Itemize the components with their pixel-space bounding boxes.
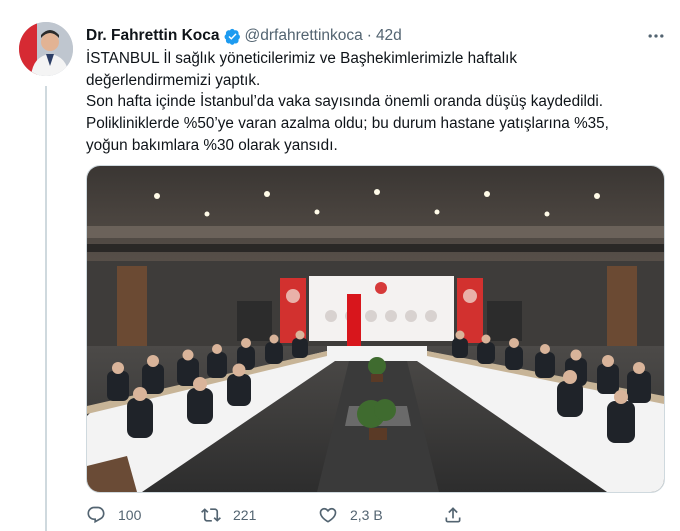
like-button[interactable]: 2,3 B [318, 505, 443, 525]
reply-button[interactable]: 100 [86, 505, 201, 525]
share-button[interactable] [443, 505, 463, 525]
author-handle[interactable]: @drfahrettinkoca [245, 27, 363, 45]
tweet-photo[interactable] [86, 165, 665, 493]
reply-count: 100 [118, 507, 142, 523]
avatar[interactable] [19, 22, 73, 76]
retweet-button[interactable]: 221 [201, 505, 318, 525]
retweet-count: 221 [233, 507, 257, 523]
avatar-image [19, 22, 73, 76]
separator-dot: · [366, 27, 372, 44]
tweet-line: yoğun bakımlara %30 olarak yansıdı. [86, 136, 338, 154]
more-options-icon[interactable] [646, 26, 666, 46]
share-icon [445, 507, 461, 523]
tweet-line: İSTANBUL İl sağlık yöneticilerimiz ve Ba… [86, 50, 517, 67]
like-icon [319, 507, 337, 523]
author-name[interactable]: Dr. Fahrettin Koca [86, 27, 220, 45]
tweet-line: Son hafta içinde İstanbul’da vaka sayısı… [86, 93, 604, 111]
tweet-line: değerlendirmemizi yaptık. [86, 71, 261, 89]
thread-line [45, 86, 47, 531]
verified-badge-icon [224, 28, 240, 45]
reply-icon [87, 506, 105, 524]
like-count: 2,3 B [350, 507, 383, 523]
tweet-actions: 100 221 2,3 B [86, 503, 646, 527]
tweet-time[interactable]: 42d [376, 27, 402, 45]
tweet-header: Dr. Fahrettin Koca @drfahrettinkoca · 42… [86, 25, 666, 47]
tweet-text: İSTANBUL İl sağlık yöneticilerimiz ve Ba… [86, 48, 666, 157]
retweet-icon [201, 508, 221, 522]
tweet-line: Polikliniklerde %50’ye varan azalma oldu… [86, 115, 609, 133]
meeting-photo [87, 166, 664, 492]
